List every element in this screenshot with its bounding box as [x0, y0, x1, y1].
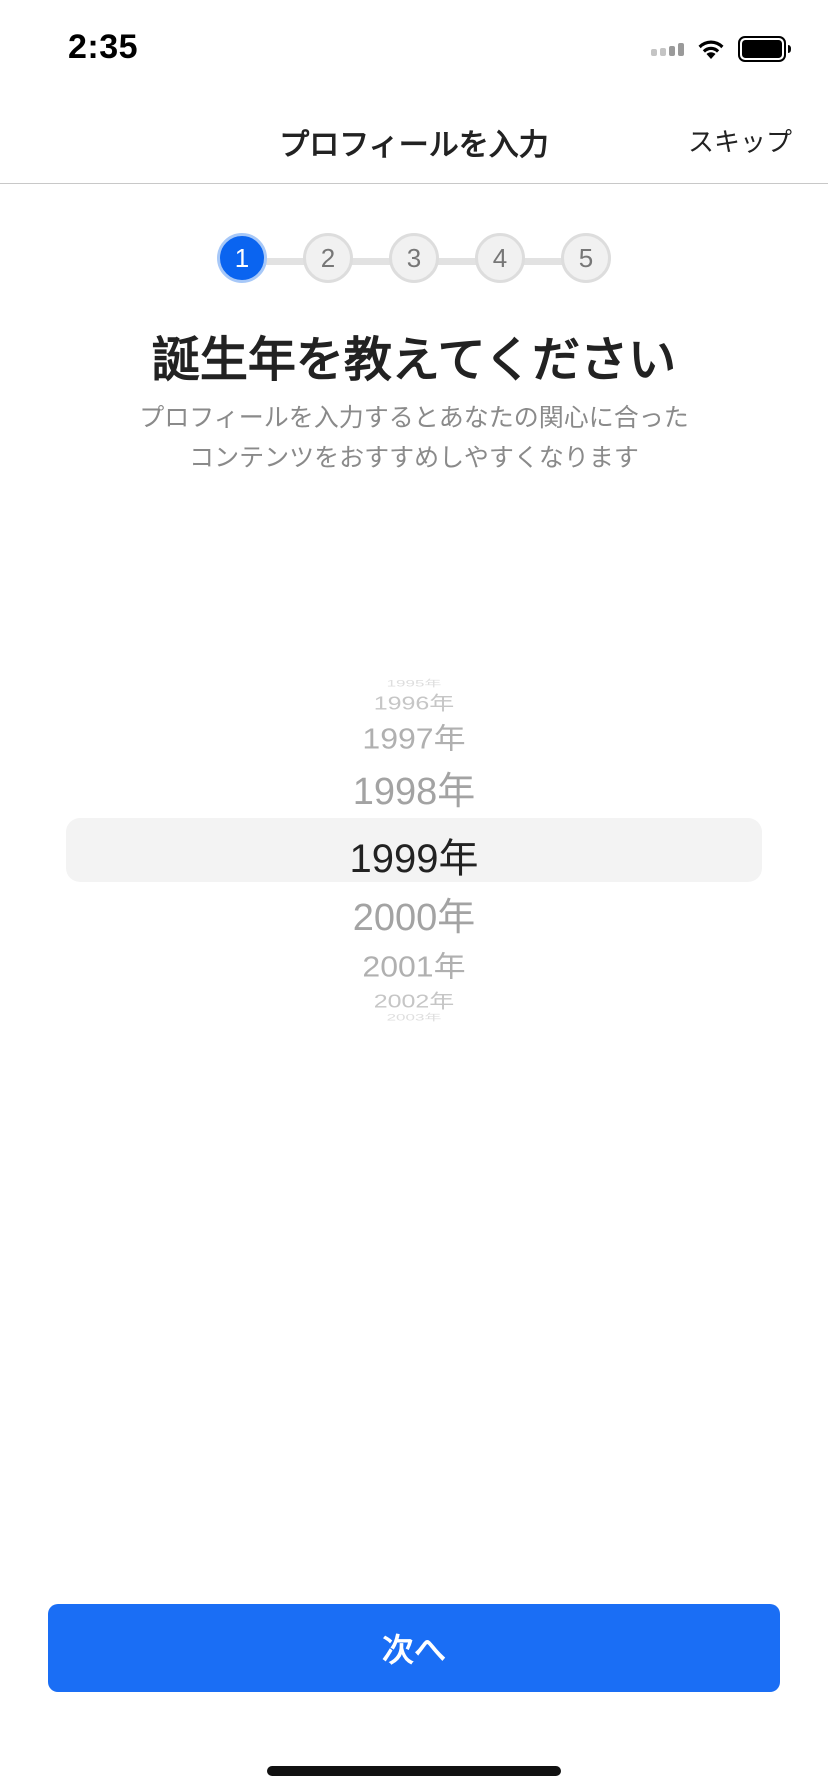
- status-time: 2:35: [68, 28, 139, 66]
- description-line-1: プロフィールを入力するとあなたの関心に合った: [139, 403, 689, 432]
- picker-option-selected[interactable]: 1999年: [0, 826, 828, 884]
- progress-stepper: 1 2 3 4 5: [214, 233, 614, 289]
- cellular-signal-icon: [651, 42, 684, 56]
- status-icons: [651, 34, 792, 64]
- wifi-icon: [698, 40, 724, 59]
- status-bar: 2:35: [0, 0, 828, 100]
- step-3: 3: [389, 233, 439, 283]
- battery-icon: [738, 36, 791, 62]
- home-indicator[interactable]: [267, 1766, 561, 1776]
- question-heading: 誕生年を教えてください: [151, 332, 677, 388]
- description-line-2: コンテンツをおすすめしやすくなります: [189, 443, 639, 472]
- picker-option[interactable]: 1996年: [0, 689, 828, 716]
- question-description: プロフィールを入力するとあなたの関心に合った コンテンツをおすすめしやすくなりま…: [0, 398, 828, 478]
- picker-option[interactable]: 1995年: [0, 676, 828, 690]
- picker-option[interactable]: 2000年: [0, 886, 828, 941]
- birth-year-picker[interactable]: 1995年 1996年 1997年 1998年 1999年 2000年 2001…: [0, 660, 828, 1030]
- picker-option[interactable]: 1997年: [0, 716, 828, 757]
- nav-bar: プロフィールを入力 スキップ: [0, 100, 828, 184]
- skip-button[interactable]: スキップ: [688, 122, 792, 159]
- step-4: 4: [475, 233, 525, 283]
- step-5: 5: [561, 233, 611, 283]
- picker-option[interactable]: 2001年: [0, 944, 828, 985]
- picker-option[interactable]: 2003年: [0, 1010, 828, 1024]
- step-1: 1: [217, 233, 267, 283]
- step-2: 2: [303, 233, 353, 283]
- next-button[interactable]: 次へ: [48, 1604, 780, 1692]
- picker-option[interactable]: 1998年: [0, 760, 828, 815]
